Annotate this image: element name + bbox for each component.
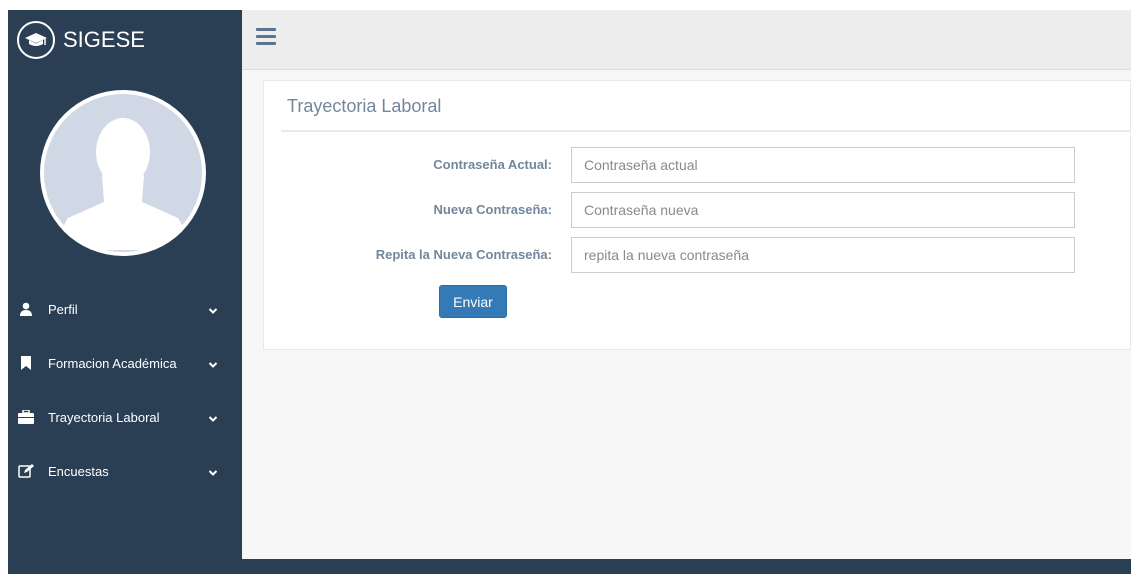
sidebar-nav: Perfil Formacion Académica Trayectoria L… [8,282,242,498]
sidebar-item-label: Formacion Académica [48,355,177,371]
chevron-down-icon [208,304,218,314]
current-password-label: Contraseña Actual: [433,157,552,172]
sidebar: SIGESE Perfil Formacion Académica Trayec… [8,10,242,574]
footer-bar [242,559,1131,574]
sidebar-item-perfil[interactable]: Perfil [8,282,242,336]
sidebar-item-label: Trayectoria Laboral [48,409,160,425]
top-navbar [242,10,1131,70]
bookmark-icon [18,355,34,371]
new-password-input[interactable] [571,192,1075,228]
app-title: SIGESE [63,27,145,52]
chevron-down-icon [208,466,218,476]
current-password-input[interactable] [571,147,1075,183]
avatar [40,90,206,256]
panel-title: Trayectoria Laboral [287,96,442,116]
chevron-down-icon [208,358,218,368]
edit-icon [18,463,34,479]
graduation-cap-icon [17,21,55,59]
sidebar-item-formacion[interactable]: Formacion Académica [8,336,242,390]
sidebar-item-trayectoria[interactable]: Trayectoria Laboral [8,390,242,444]
new-password-label: Nueva Contraseña: [433,202,552,217]
user-icon [18,301,34,317]
form-row-repeat-password: Repita la Nueva Contraseña: [264,237,1131,273]
menu-toggle-icon[interactable] [256,28,276,46]
form-row-new-password: Nueva Contraseña: [264,192,1131,228]
sidebar-item-label: Encuestas [48,463,109,479]
chevron-down-icon [208,412,218,422]
briefcase-icon [18,409,34,425]
sidebar-item-label: Perfil [48,301,78,317]
submit-button[interactable]: Enviar [439,285,507,318]
brand[interactable]: SIGESE [8,10,242,70]
repeat-password-input[interactable] [571,237,1075,273]
form-row-current-password: Contraseña Actual: [264,147,1131,183]
change-password-panel: Trayectoria Laboral Contraseña Actual: N… [263,80,1131,350]
panel-divider [281,130,1130,132]
repeat-password-label: Repita la Nueva Contraseña: [375,247,552,262]
sidebar-item-encuestas[interactable]: Encuestas [8,444,242,498]
